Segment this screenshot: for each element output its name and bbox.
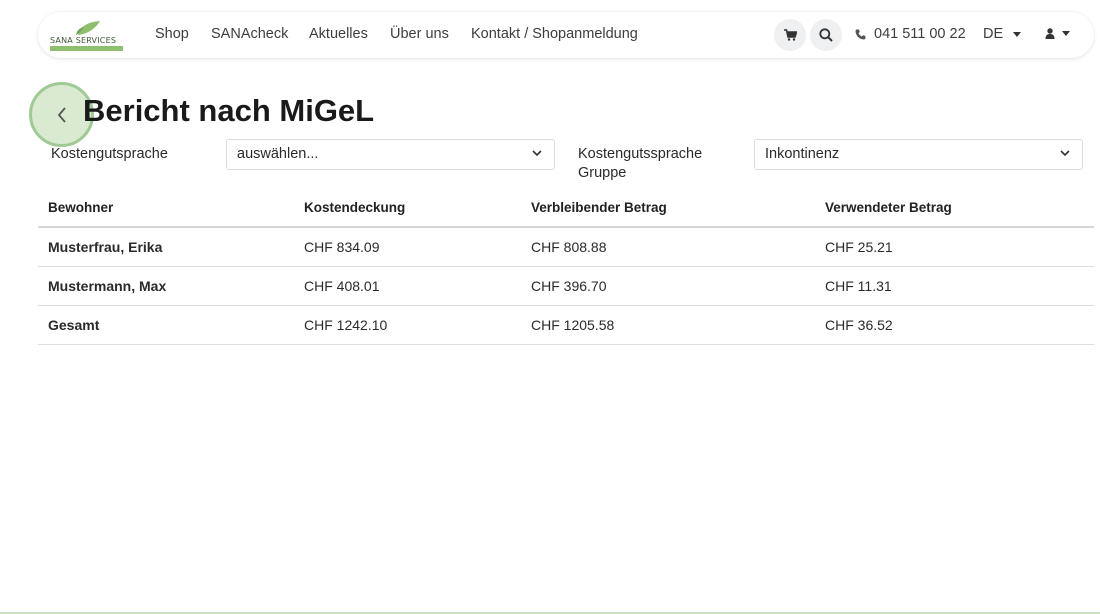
logo-bar <box>50 46 123 51</box>
nav-link-ueber-uns[interactable]: Über uns <box>390 26 449 42</box>
kostengutsprache-label: Kostengutsprache <box>51 146 168 162</box>
nav-link-shop[interactable]: Shop <box>155 26 189 42</box>
cell-verwendeter-betrag: CHF 25.21 <box>825 239 893 255</box>
cell-kostendeckung: CHF 834.09 <box>304 239 380 255</box>
cell-kostendeckung: CHF 408.01 <box>304 278 380 294</box>
cell-total-kostendeckung: CHF 1242.10 <box>304 317 388 333</box>
logo[interactable]: SANA SERVICES <box>50 18 126 52</box>
table-row: Musterfrau, Erika CHF 834.09 CHF 808.88 … <box>38 228 1094 267</box>
header-verbleibender-betrag[interactable]: Verbleibender Betrag <box>531 200 667 215</box>
nav-link-sanacheck[interactable]: SANAcheck <box>211 26 288 42</box>
chevron-left-icon <box>57 106 66 123</box>
search-button[interactable] <box>810 19 842 51</box>
cart-button[interactable] <box>774 19 806 51</box>
nav-link-aktuelles[interactable]: Aktuelles <box>309 26 368 42</box>
cell-gesamt-label: Gesamt <box>48 317 100 333</box>
table-total-row: Gesamt CHF 1242.10 CHF 1205.58 CHF 36.52 <box>38 306 1094 345</box>
chevron-down-icon <box>1060 150 1070 157</box>
gruppe-value: Inkontinenz <box>765 146 840 162</box>
header-verwendeter-betrag[interactable]: Verwendeter Betrag <box>825 200 952 215</box>
phone-link[interactable]: 041 511 00 22 <box>855 26 966 42</box>
page-title: Bericht nach MiGeL <box>83 93 375 128</box>
kostengutsprache-select[interactable]: auswählen... <box>226 139 555 170</box>
cart-icon <box>783 29 797 41</box>
kostengutsprache-value: auswählen... <box>237 146 319 162</box>
header-kostendeckung[interactable]: Kostendeckung <box>304 200 405 215</box>
cell-total-verbleibender-betrag: CHF 1205.58 <box>531 317 615 333</box>
leaf-logo-icon <box>76 21 100 35</box>
cell-verbleibender-betrag: CHF 396.70 <box>531 278 607 294</box>
cell-verwendeter-betrag: CHF 11.31 <box>825 278 892 294</box>
header-bewohner[interactable]: Bewohner <box>48 200 113 215</box>
chevron-down-icon <box>1062 31 1070 36</box>
phone-number: 041 511 00 22 <box>874 26 966 42</box>
user-menu[interactable] <box>1045 28 1070 39</box>
search-icon <box>819 28 833 42</box>
cell-bewohner: Mustermann, Max <box>48 278 167 294</box>
table-row: Mustermann, Max CHF 408.01 CHF 396.70 CH… <box>38 267 1094 306</box>
cell-bewohner: Musterfrau, Erika <box>48 239 163 255</box>
cell-total-verwendeter-betrag: CHF 36.52 <box>825 317 893 333</box>
language-label: DE <box>983 26 1004 42</box>
gruppe-select[interactable]: Inkontinenz <box>754 139 1083 170</box>
language-dropdown[interactable]: DE <box>983 26 1022 42</box>
table-header-row: Bewohner Kostendeckung Verbleibender Bet… <box>38 190 1094 228</box>
top-navbar: SANA SERVICES Shop SANAcheck Aktuelles Ü… <box>38 12 1094 58</box>
nav-link-kontakt[interactable]: Kontakt / Shopanmeldung <box>471 26 638 42</box>
cell-verbleibender-betrag: CHF 808.88 <box>531 239 607 255</box>
logo-text: SANA SERVICES <box>50 36 117 45</box>
report-table: Bewohner Kostendeckung Verbleibender Bet… <box>38 190 1094 345</box>
chevron-down-icon <box>532 150 542 157</box>
phone-icon <box>855 29 866 39</box>
gruppe-label: Kostengutssprache Gruppe <box>578 146 703 181</box>
user-icon <box>1045 28 1055 39</box>
chevron-down-icon <box>1013 31 1022 37</box>
